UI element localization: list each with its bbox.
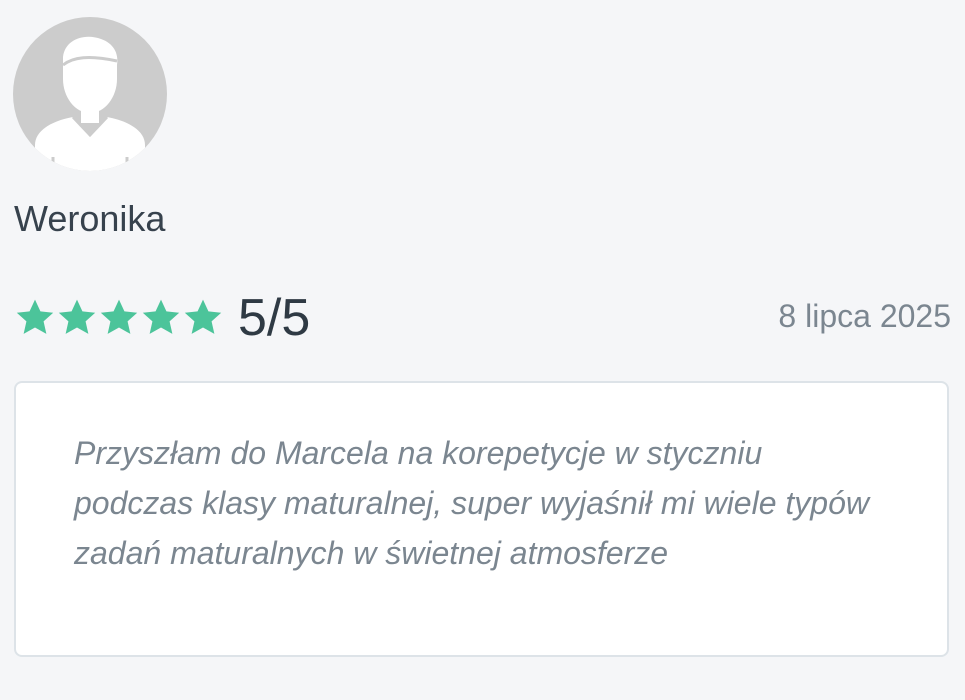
review-card: Weronika 5/5 8 lipca 2025 Przyszłam do M… xyxy=(0,0,965,700)
star-icon xyxy=(56,297,98,339)
star-icon xyxy=(14,297,56,339)
star-icon xyxy=(140,297,182,339)
user-avatar-icon xyxy=(35,36,145,171)
avatar xyxy=(13,17,167,171)
star-icon xyxy=(98,297,140,339)
rating-stars xyxy=(14,297,224,339)
review-text-box: Przyszłam do Marcela na korepetycje w st… xyxy=(14,381,949,657)
reviewer-name: Weronika xyxy=(14,198,166,239)
review-date: 8 lipca 2025 xyxy=(778,298,951,334)
review-text: Przyszłam do Marcela na korepetycje w st… xyxy=(74,435,869,571)
rating-value: 5/5 xyxy=(238,289,311,347)
rating-row: 5/5 xyxy=(14,290,310,346)
star-icon xyxy=(182,297,224,339)
